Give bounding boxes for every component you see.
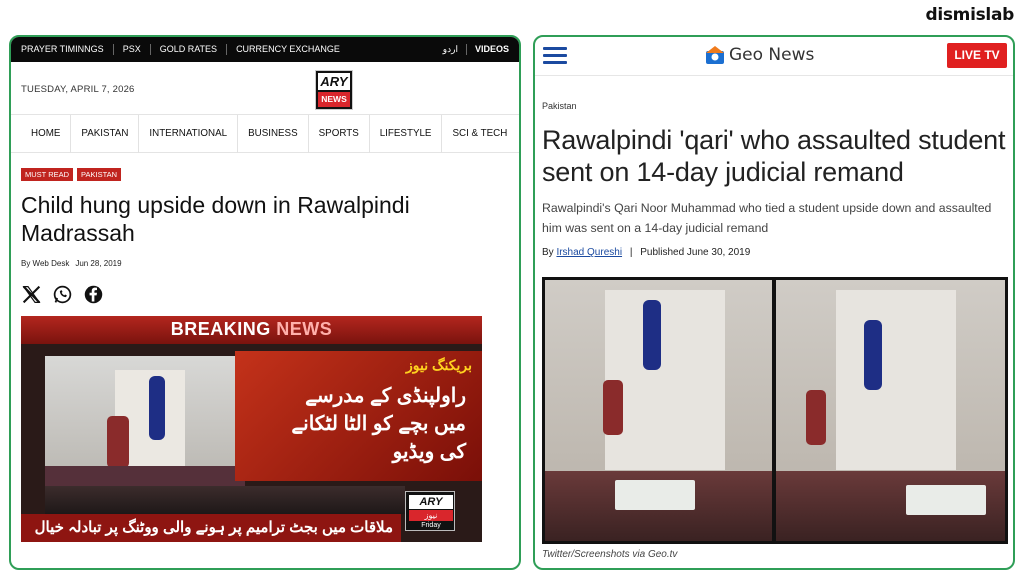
ary-channel-bug: ARY نیوز Friday <box>405 491 455 531</box>
video-scene <box>45 356 245 486</box>
top-link-psx[interactable]: PSX <box>114 44 151 55</box>
top-link-gold-rates[interactable]: GOLD RATES <box>151 44 228 55</box>
article-title: Child hung upside down in Rawalpindi Mad… <box>21 192 410 246</box>
byline[interactable]: By Web Desk <box>21 259 69 268</box>
geo-article: Pakistan Rawalpindi 'qari' who assaulted… <box>542 101 1012 258</box>
ary-header: TUESDAY, APRIL 7, 2026 ARY NEWS <box>11 62 519 115</box>
screenshot-right <box>776 280 1005 541</box>
published-date: Published June 30, 2019 <box>640 247 751 258</box>
urdu-link[interactable]: اردو <box>443 44 458 55</box>
current-date: TUESDAY, APRIL 7, 2026 <box>21 84 135 95</box>
breaking-news-label: BREAKING NEWS <box>21 319 482 340</box>
urdu-line-3: کی ویڈیو <box>392 441 466 463</box>
article-image[interactable] <box>542 277 1008 544</box>
article-summary: Rawalpindi's Qari Noor Muhammad who tied… <box>542 201 992 235</box>
urdu-breaking-title: بریکنگ نیوز <box>405 357 472 373</box>
nav-lifestyle[interactable]: LIFESTYLE <box>368 114 442 153</box>
share-bar <box>21 284 499 305</box>
nav-pakistan[interactable]: PAKISTAN <box>70 114 138 153</box>
videos-link[interactable]: VIDEOS <box>475 44 509 55</box>
tag-must-read[interactable]: MUST READ <box>21 168 74 181</box>
meta-divider: | <box>629 247 633 258</box>
section-kicker[interactable]: Pakistan <box>542 101 1012 111</box>
urdu-line-2: میں بچے کو الٹا لٹکانے <box>291 413 466 435</box>
publish-date: Jun 28, 2019 <box>75 259 122 268</box>
ary-top-bar: PRAYER TIMINNGS PSX GOLD RATES CURRENCY … <box>11 37 519 62</box>
facebook-icon[interactable] <box>83 284 104 305</box>
image-caption: Twitter/Screenshots via Geo.tv <box>542 549 678 560</box>
article-tags: MUST READ PAKISTAN <box>21 168 499 181</box>
breaking-text: BREAKING <box>170 319 271 339</box>
urdu-headline-box: بریکنگ نیوز راولپنڈی کے مدرسے میں بچے کو… <box>235 351 482 481</box>
article-title: Rawalpindi 'qari' who assaulted student … <box>542 125 1006 187</box>
video-floor-area <box>45 486 405 514</box>
bug-ary-text: ARY <box>409 495 453 509</box>
by-label: By <box>542 247 554 258</box>
urdu-line-1: راولپنڈی کے مدرسے <box>305 385 466 407</box>
breaking-news-video[interactable]: BREAKING NEWS بریکنگ نیوز راولپنڈی کے مد… <box>21 316 482 542</box>
ary-news-logo[interactable]: ARY NEWS <box>315 70 353 110</box>
live-tv-button[interactable]: LIVE TV <box>947 43 1007 68</box>
top-link-prayer[interactable]: PRAYER TIMINNGS <box>21 44 114 55</box>
author-link[interactable]: Irshad Qureshi <box>556 247 622 258</box>
nav-sci-tech[interactable]: SCI & TECH <box>441 114 517 153</box>
news-text: NEWS <box>276 319 333 339</box>
logo-ary-text: ARY <box>318 73 350 90</box>
article-meta: By Web Desk Jun 28, 2019 <box>21 259 499 268</box>
logo-news-text: NEWS <box>318 92 350 107</box>
ary-main-nav: HOME PAKISTAN INTERNATIONAL BUSINESS SPO… <box>11 114 519 153</box>
nav-business[interactable]: BUSINESS <box>237 114 308 153</box>
nav-home[interactable]: HOME <box>21 115 70 153</box>
x-icon[interactable] <box>21 284 42 305</box>
geo-news-screenshot: Geo News LIVE TV Pakistan Rawalpindi 'qa… <box>533 35 1015 570</box>
geo-house-icon <box>706 46 724 64</box>
geo-header: Geo News LIVE TV <box>535 37 1013 76</box>
dismislab-logo: dismislab <box>925 5 1014 25</box>
geo-news-logo[interactable]: Geo News <box>705 45 814 65</box>
geo-logo-text: Geo News <box>729 45 815 65</box>
divider <box>465 44 467 55</box>
bug-day-text: Friday <box>421 522 441 529</box>
bug-news-text: نیوز <box>409 510 453 521</box>
ary-news-screenshot: PRAYER TIMINNGS PSX GOLD RATES CURRENCY … <box>9 35 521 570</box>
menu-icon[interactable] <box>543 47 567 65</box>
whatsapp-icon[interactable] <box>52 284 73 305</box>
urdu-ticker: ملاقات میں بجٹ ترامیم پر ہونے والی ووٹنگ… <box>21 514 401 542</box>
nav-sports[interactable]: SPORTS <box>307 114 369 153</box>
article-meta: By Irshad Qureshi | Published June 30, 2… <box>542 247 1012 258</box>
nav-international[interactable]: INTERNATIONAL <box>138 114 237 153</box>
tag-pakistan[interactable]: PAKISTAN <box>77 168 122 181</box>
ary-article: MUST READ PAKISTAN Child hung upside dow… <box>21 168 499 305</box>
screenshot-left <box>545 280 772 541</box>
top-link-currency[interactable]: CURRENCY EXCHANGE <box>227 44 349 55</box>
